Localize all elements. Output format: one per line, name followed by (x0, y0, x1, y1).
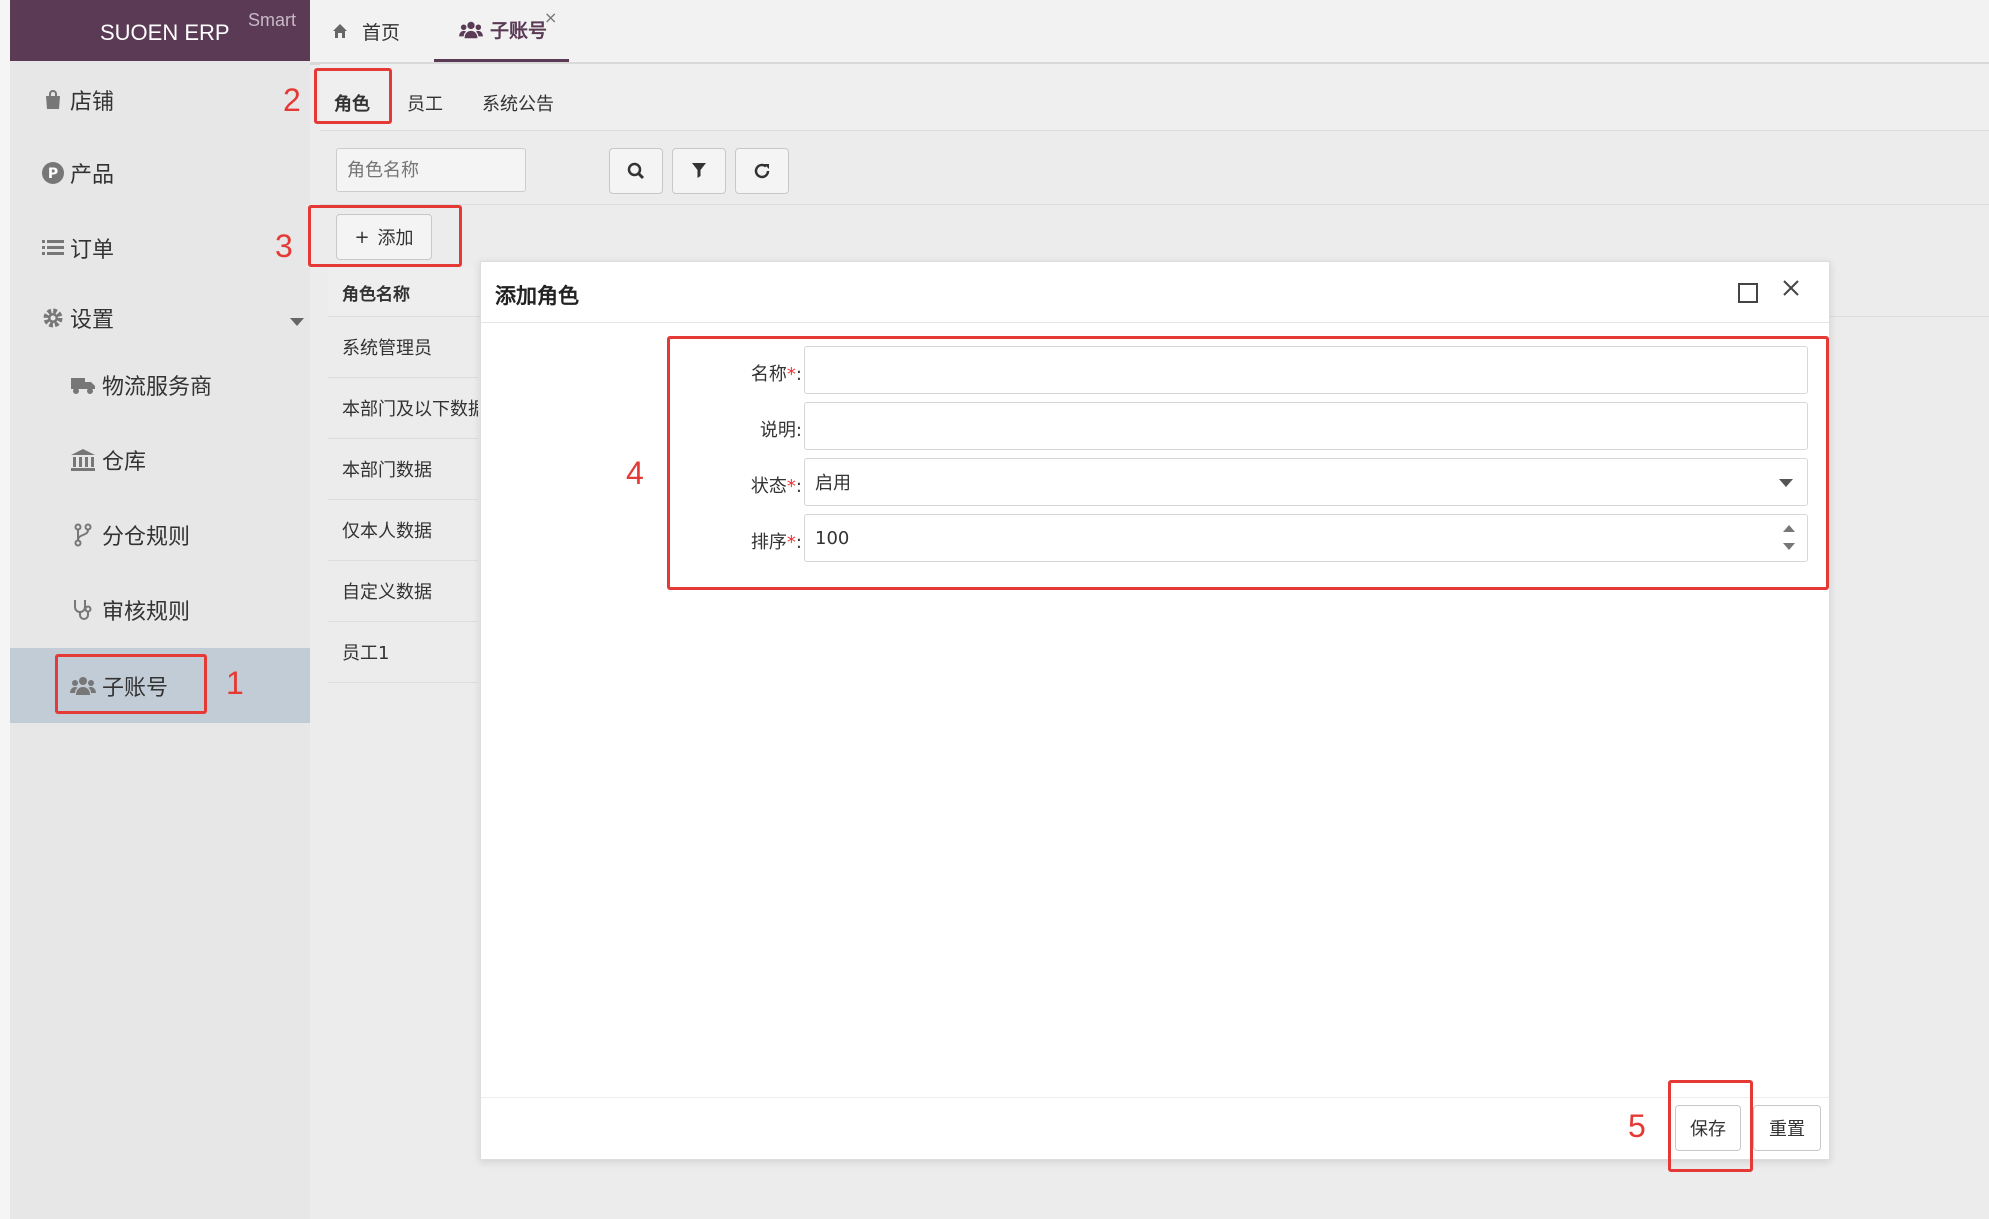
sidebar-item-settings[interactable]: 设置 (10, 283, 310, 353)
sidebar-item-label: 审核规则 (102, 600, 191, 625)
stethoscope-icon (70, 597, 96, 623)
refresh-button[interactable] (735, 148, 789, 194)
reset-button[interactable]: 重置 (1753, 1105, 1821, 1151)
sidebar-item-logistics[interactable]: 物流服务商 (10, 350, 310, 420)
dialog-footer (481, 1097, 1829, 1160)
annotation-box-5 (1668, 1080, 1753, 1172)
table-row[interactable]: 本部门及以下数据 (328, 378, 478, 439)
sidebar-item-label: 仓库 (102, 450, 147, 475)
sidebar-item-label: 店铺 (70, 90, 115, 115)
table-row[interactable]: 系统管理员 (328, 317, 478, 378)
header-tabs: 首页 子账号 × (310, 0, 1989, 65)
bank-icon (70, 447, 96, 473)
tab-announcement[interactable]: 系统公告 (482, 90, 554, 116)
sidebar: SUOEN ERP Smart 店铺 P 产品 订单 设置 物流服务商 仓库 分… (10, 0, 310, 1219)
list-icon (40, 235, 66, 261)
tab-label: 子账号 (490, 20, 548, 42)
table-header-role-name[interactable]: 角色名称 (328, 268, 478, 317)
gear-icon (40, 305, 66, 331)
filter-button[interactable] (672, 148, 726, 194)
sidebar-item-label: 分仓规则 (102, 525, 191, 550)
sub-tabs: 角色 员工 系统公告 (320, 64, 1989, 131)
annotation-number-2: 2 (283, 82, 301, 118)
annotation-number-4: 4 (626, 455, 644, 491)
users-icon (458, 19, 484, 41)
close-icon[interactable]: × (544, 8, 557, 27)
table-row[interactable]: 自定义数据 (328, 561, 478, 622)
chevron-down-icon[interactable] (290, 318, 304, 326)
maximize-icon[interactable] (1738, 283, 1758, 303)
search-icon (627, 162, 645, 180)
tab-home[interactable]: 首页 (332, 0, 400, 62)
annotation-number-5: 5 (1628, 1108, 1646, 1144)
sidebar-item-store[interactable]: 店铺 (10, 65, 310, 135)
sidebar-item-label: 订单 (70, 238, 115, 263)
tab-employee[interactable]: 员工 (407, 90, 443, 116)
home-icon (332, 23, 348, 39)
p-circle-icon: P (40, 160, 66, 186)
brand-subtitle: Smart (248, 10, 297, 30)
role-table: 角色名称 系统管理员 本部门及以下数据 本部门数据 仅本人数据 自定义数据 员工… (328, 268, 478, 683)
sidebar-item-split-rules[interactable]: 分仓规则 (10, 500, 310, 570)
role-name-search-input[interactable] (336, 148, 526, 192)
sidebar-item-label: 物流服务商 (102, 375, 213, 400)
tab-label: 首页 (362, 21, 401, 44)
table-row[interactable]: 仅本人数据 (328, 500, 478, 561)
brand-header: SUOEN ERP Smart (10, 0, 310, 61)
filter-icon (692, 163, 706, 179)
window-edge (0, 0, 10, 1219)
search-button[interactable] (609, 148, 663, 194)
sidebar-item-product[interactable]: P 产品 (10, 138, 310, 208)
shopping-bag-icon (40, 87, 66, 113)
annotation-box-3 (308, 205, 462, 267)
refresh-icon (753, 162, 771, 180)
annotation-box-1 (55, 654, 207, 714)
toolbar-divider (320, 204, 1989, 205)
sidebar-item-warehouse[interactable]: 仓库 (10, 425, 310, 495)
table-row[interactable]: 员工1 (328, 622, 478, 683)
annotation-box-4 (667, 336, 1829, 590)
annotation-number-3: 3 (275, 228, 293, 264)
annotation-number-1: 1 (226, 665, 244, 701)
dialog-title: 添加角色 (495, 284, 579, 308)
sidebar-item-order[interactable]: 订单 (10, 213, 310, 283)
svg-text:P: P (48, 166, 58, 182)
table-row[interactable]: 本部门数据 (328, 439, 478, 500)
close-icon[interactable] (1781, 278, 1801, 302)
sidebar-item-label: 产品 (70, 163, 115, 188)
sidebar-item-audit-rules[interactable]: 审核规则 (10, 575, 310, 645)
code-fork-icon (70, 522, 96, 548)
sidebar-item-label: 设置 (70, 308, 115, 333)
annotation-box-2 (314, 68, 392, 124)
truck-icon (70, 372, 96, 398)
dialog-header: 添加角色 (481, 262, 1829, 323)
brand-title: SUOEN ERP (100, 20, 230, 45)
